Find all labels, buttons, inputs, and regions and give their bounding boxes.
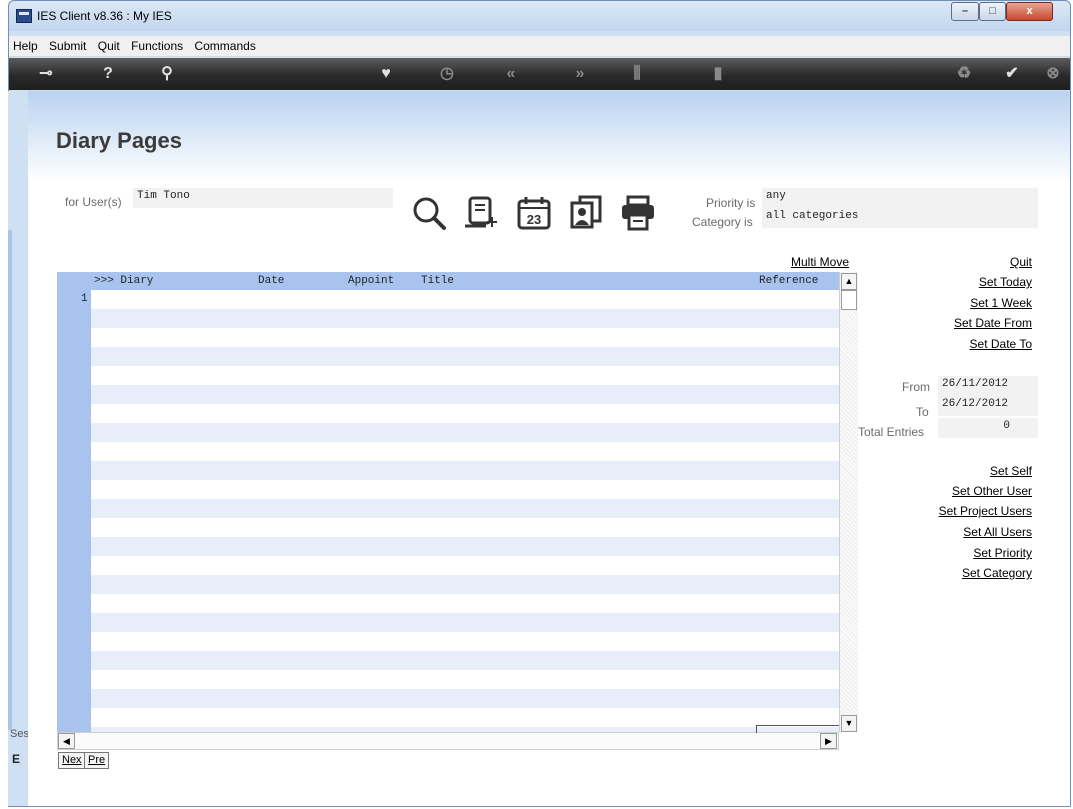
svg-text:23: 23 <box>527 212 541 227</box>
column-date[interactable]: Date <box>258 275 284 287</box>
user-label: for User(s) <box>65 195 122 209</box>
window-title: IES Client v8.36 : My IES <box>37 9 172 23</box>
category-label: Category is <box>692 215 753 229</box>
clock-icon[interactable]: ◷ <box>432 58 462 90</box>
quit-link[interactable]: Quit <box>1010 255 1032 269</box>
close-icon[interactable]: ⊗ <box>1038 58 1068 90</box>
row-number-column: 1 <box>57 290 91 732</box>
app-icon <box>16 9 32 23</box>
user-field[interactable]: Tim Tono <box>133 188 393 208</box>
horizontal-scrollbar[interactable]: ◀ ▶ <box>57 732 839 750</box>
menu-commands[interactable]: Commands <box>190 36 259 53</box>
printer-icon[interactable] <box>618 193 658 233</box>
scroll-thumb[interactable] <box>841 290 857 310</box>
page-title: Diary Pages <box>56 128 182 153</box>
grid-rows[interactable] <box>91 290 839 732</box>
contacts-icon[interactable] <box>566 193 606 233</box>
scroll-right-button[interactable]: ▶ <box>820 733 837 749</box>
scroll-left-button[interactable]: ◀ <box>58 733 75 749</box>
minimize-button[interactable]: – <box>951 2 979 21</box>
toolbar: ⊸ ? ⚲ ♥ ◷ « » ⫼ ▮ ♻ ✔ ⊗ <box>9 58 1070 90</box>
from-label: From <box>902 380 930 394</box>
total-entries-label: Total Entries <box>858 425 925 439</box>
category-field[interactable]: all categories <box>762 208 1038 228</box>
set-other-user-link[interactable]: Set Other User <box>952 484 1032 498</box>
forward-icon[interactable]: » <box>565 58 595 90</box>
menu-quit[interactable]: Quit <box>94 36 124 53</box>
grid-header: >>> Diary Date Appoint Title Reference <box>57 272 839 290</box>
search-icon[interactable] <box>410 193 450 233</box>
menu-help[interactable]: Help <box>9 36 42 53</box>
set-all-users-link[interactable]: Set All Users <box>963 525 1032 539</box>
recycle-icon[interactable]: ♻ <box>949 58 979 90</box>
menu-functions[interactable]: Functions <box>127 36 187 53</box>
scroll-down-button[interactable]: ▼ <box>841 715 857 732</box>
help-icon[interactable]: ? <box>93 58 123 90</box>
diary-grid: >>> Diary Date Appoint Title Reference 1… <box>57 272 858 732</box>
maximize-button[interactable]: □ <box>979 2 1006 21</box>
header-band <box>28 91 1070 181</box>
rewind-icon[interactable]: « <box>496 58 526 90</box>
session-label: Ses <box>10 728 29 740</box>
column-title[interactable]: Title <box>421 275 454 287</box>
total-entries-field: 0 <box>938 418 1038 438</box>
menu-bar: Help Submit Quit Functions Commands <box>9 36 1070 57</box>
key-icon[interactable]: ⊸ <box>31 58 61 90</box>
tools-icon[interactable]: ⫼ <box>622 58 652 90</box>
set-priority-link[interactable]: Set Priority <box>973 546 1032 560</box>
column-appoint[interactable]: Appoint <box>348 275 394 287</box>
set-project-users-link[interactable]: Set Project Users <box>939 504 1032 518</box>
set-date-from-link[interactable]: Set Date From <box>954 316 1032 330</box>
chip-icon[interactable]: ▮ <box>703 58 733 90</box>
check-icon[interactable]: ✔ <box>997 58 1027 90</box>
row-number: 1 <box>81 293 88 305</box>
from-date-field[interactable]: 26/11/2012 <box>938 376 1038 396</box>
close-window-button[interactable]: x <box>1006 2 1053 21</box>
scroll-up-button[interactable]: ▲ <box>841 273 857 290</box>
set-category-link[interactable]: Set Category <box>962 566 1032 580</box>
column-reference[interactable]: Reference <box>759 275 818 287</box>
new-entry-icon[interactable] <box>462 193 502 233</box>
calendar-icon[interactable]: 23 <box>514 193 554 233</box>
set-today-link[interactable]: Set Today <box>979 275 1032 289</box>
heart-icon[interactable]: ♥ <box>371 58 401 90</box>
menu-submit[interactable]: Submit <box>45 36 90 53</box>
resize-grip <box>756 725 839 733</box>
session-icon[interactable]: E <box>12 752 20 766</box>
to-label: To <box>916 405 929 419</box>
column-diary[interactable]: >>> Diary <box>94 275 153 287</box>
search-icon[interactable]: ⚲ <box>152 58 182 90</box>
prev-page-button[interactable]: Pre <box>84 752 110 769</box>
next-page-button[interactable]: Nex <box>58 752 86 769</box>
set-date-to-link[interactable]: Set Date To <box>970 337 1032 351</box>
priority-field[interactable]: any <box>762 188 1038 208</box>
multi-move-link[interactable]: Multi Move <box>791 255 849 269</box>
left-panel-accent <box>8 230 12 730</box>
set-1-week-link[interactable]: Set 1 Week <box>970 296 1032 310</box>
priority-label: Priority is <box>706 196 756 210</box>
vertical-scrollbar[interactable]: ▲ ▼ <box>839 272 858 732</box>
title-bar: IES Client v8.36 : My IES – □ x <box>9 1 1070 31</box>
set-self-link[interactable]: Set Self <box>990 464 1032 478</box>
to-date-field[interactable]: 26/12/2012 <box>938 396 1038 416</box>
